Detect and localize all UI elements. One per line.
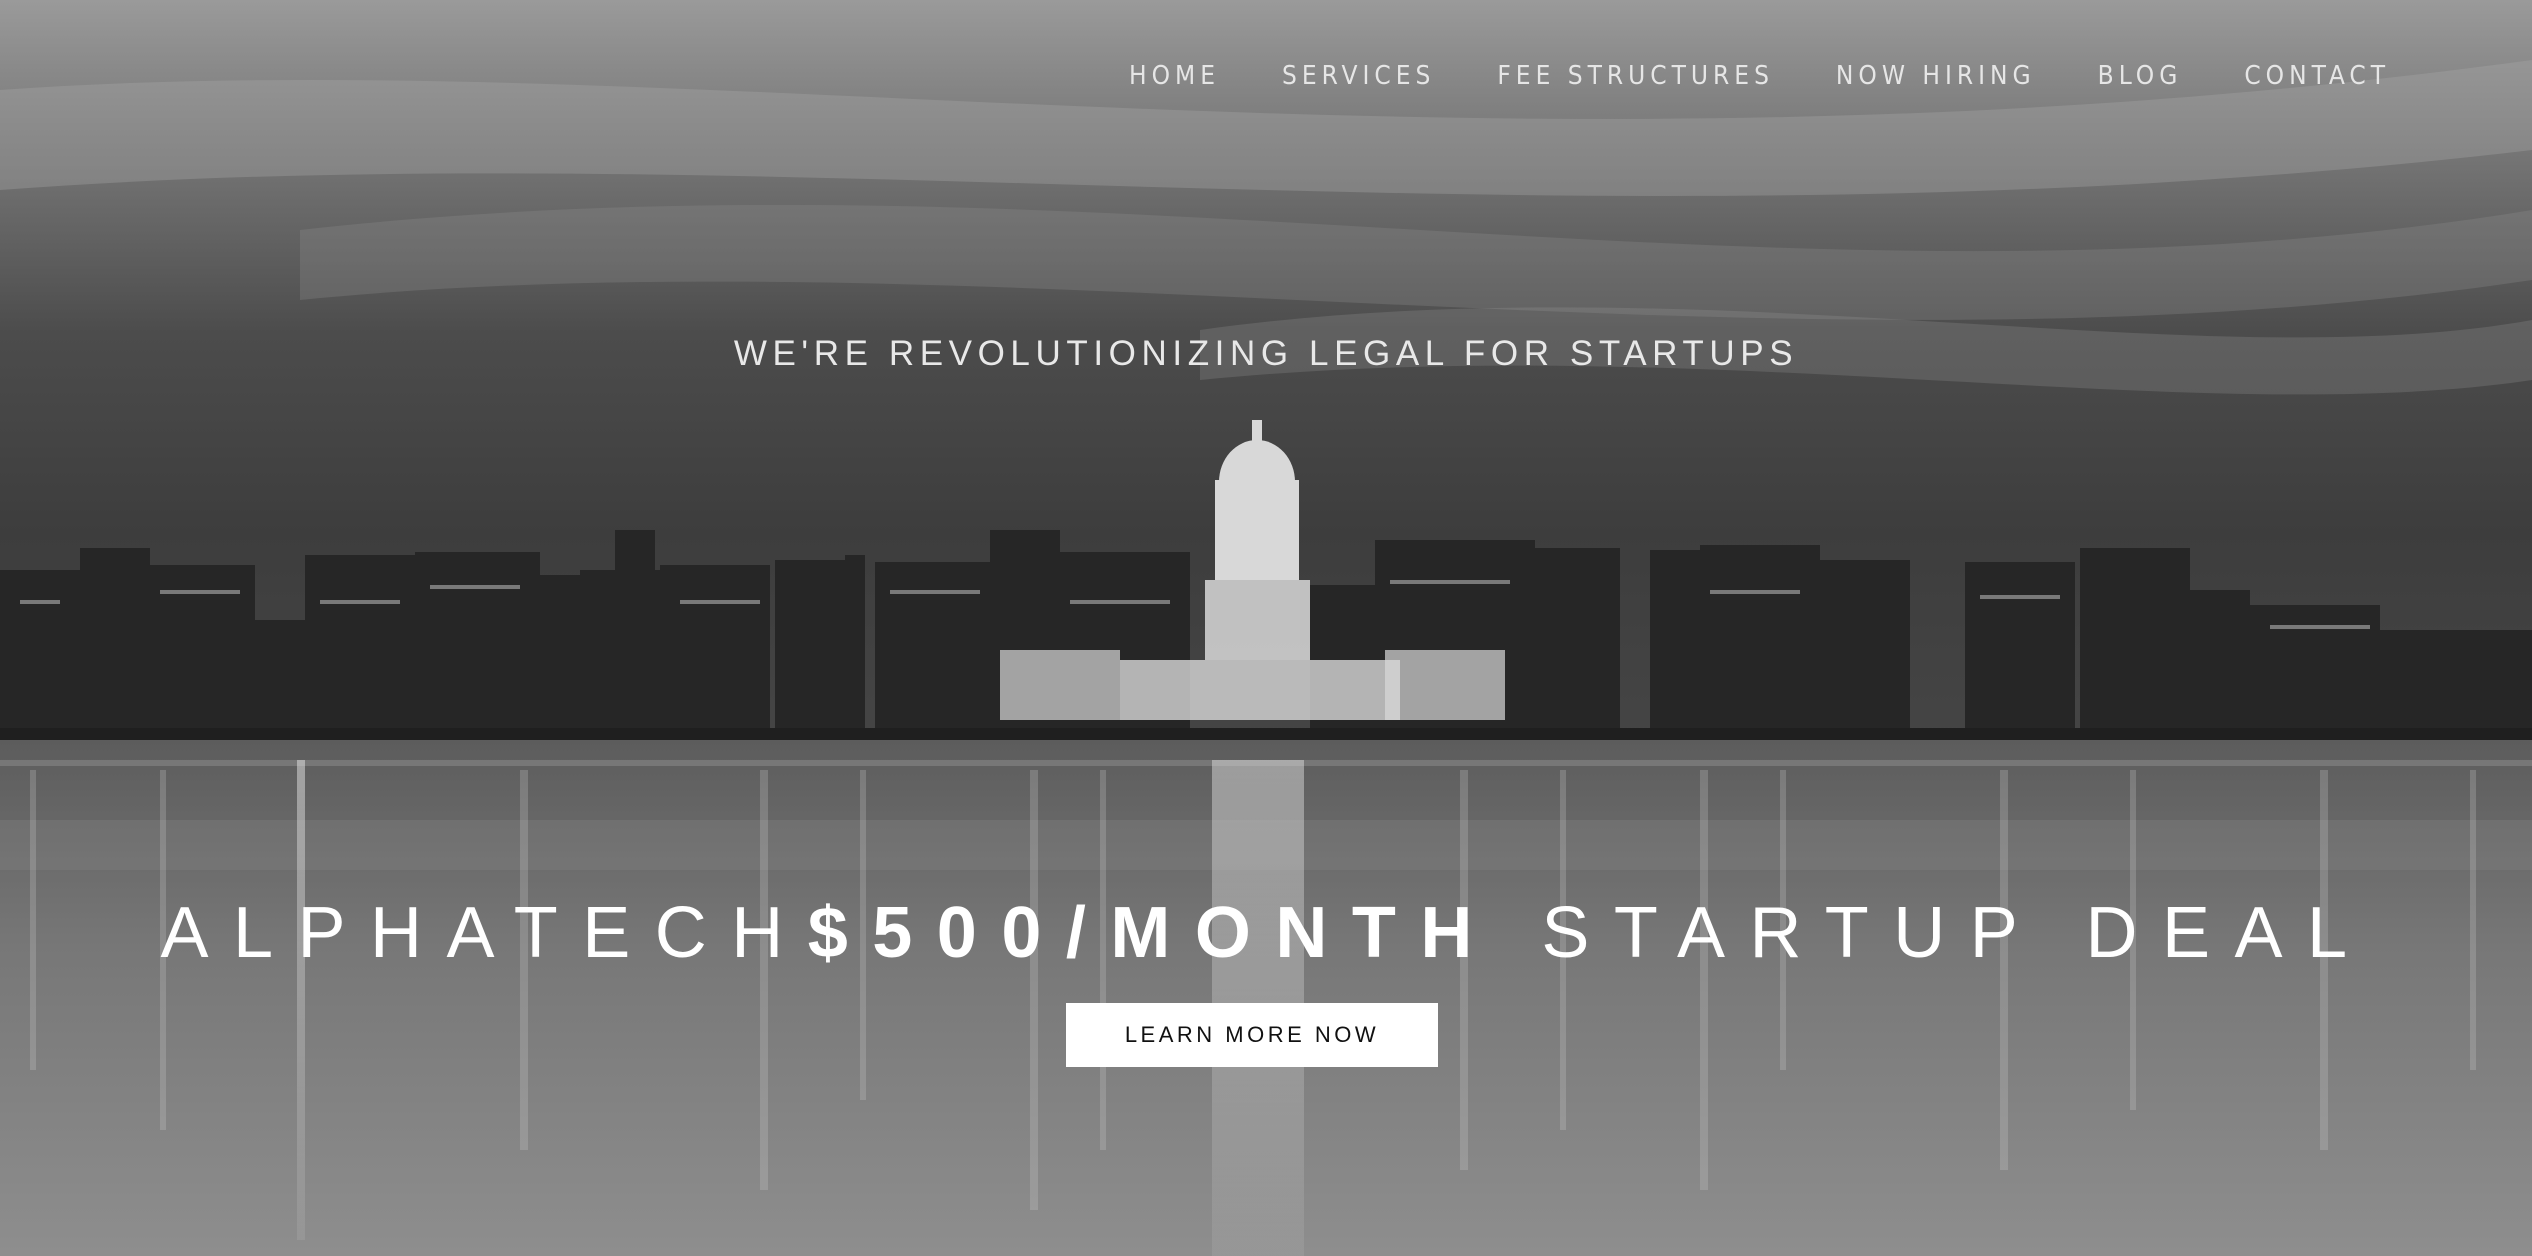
nav-contact-link[interactable]: CONTACT [2244,58,2390,94]
nav-home-link[interactable]: HOME [1129,58,1220,94]
headline-price: $500/MONTH [807,893,1497,973]
nav-services-link[interactable]: SERVICES [1282,58,1435,94]
headline-deal: STARTUP DEAL [1496,893,2372,973]
learn-more-button[interactable]: LEARN MORE NOW [1066,1003,1438,1067]
headline-brand: ALPHATECH [160,893,808,973]
main-nav: HOME SERVICES FEE STRUCTURES NOW HIRING … [1129,58,2390,94]
hero-background-image [0,0,2532,1256]
nav-blog-link[interactable]: BLOG [2098,58,2183,94]
hero-headline: ALPHATECH$500/MONTH STARTUP DEAL [0,890,2532,976]
nav-fee-structures-link[interactable]: FEE STRUCTURES [1497,58,1774,94]
hero-tagline: WE'RE REVOLUTIONIZING LEGAL FOR STARTUPS [733,334,1799,373]
nav-now-hiring-link[interactable]: NOW HIRING [1836,58,2036,94]
